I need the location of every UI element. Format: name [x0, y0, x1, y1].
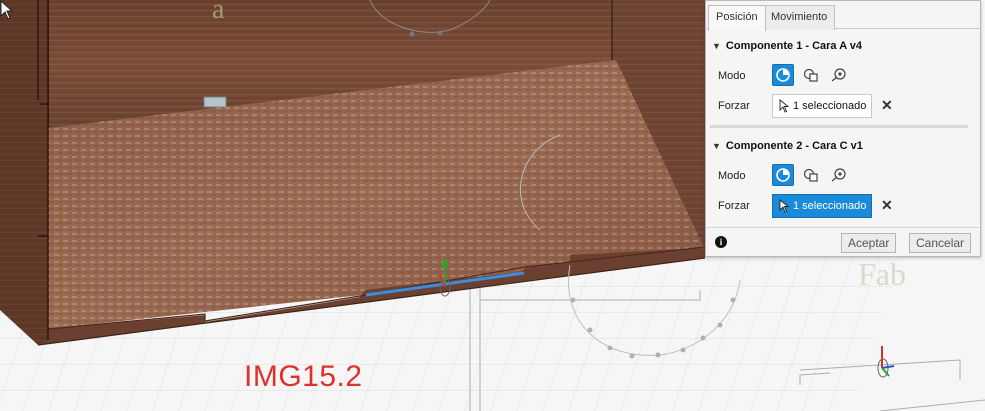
clear-selection-2-close-icon[interactable]: ✕: [881, 197, 893, 214]
selection-count-1: 1 seleccionado: [793, 100, 867, 112]
force-label-1: Forzar: [718, 100, 750, 112]
snap-mode-button-1[interactable]: [772, 64, 794, 86]
joint-origin-mode-button-2[interactable]: [828, 164, 850, 186]
section-divider: [710, 125, 968, 128]
panel-footer: i Aceptar Cancelar: [706, 227, 980, 257]
joint-marker[interactable]: [203, 96, 227, 108]
joint-origin-mode-button-1[interactable]: [828, 64, 850, 86]
left-panel: [0, 0, 49, 345]
mouse-cursor-icon: [0, 0, 14, 20]
collapse-caret-icon[interactable]: ▼: [712, 141, 721, 151]
clear-selection-1-close-icon[interactable]: ✕: [881, 97, 893, 114]
between-two-faces-icon: [803, 68, 818, 82]
joint-panel[interactable]: Posición Movimiento ▼ Componente 1 - Car…: [705, 0, 981, 257]
component-2-title: Componente 2 - Cara C v1: [725, 140, 863, 152]
joint-origin-icon: [831, 68, 846, 82]
ok-button[interactable]: Aceptar: [841, 233, 897, 253]
between-faces-mode-button-2[interactable]: [800, 164, 822, 186]
sketch-text-top: a: [212, 0, 225, 25]
joint-origin-icon: [831, 168, 846, 182]
image-label: IMG15.2: [244, 360, 363, 393]
cancel-button[interactable]: Cancelar: [909, 233, 972, 253]
selection-field-1[interactable]: 1 seleccionado: [772, 94, 872, 118]
between-faces-mode-button-1[interactable]: [800, 64, 822, 86]
tab-motion[interactable]: Movimiento: [763, 5, 836, 30]
select-arrow-icon: [779, 99, 789, 113]
component-2-header[interactable]: ▼ Componente 2 - Cara C v1: [712, 140, 863, 152]
collapse-caret-icon[interactable]: ▼: [712, 41, 721, 51]
component-1-header[interactable]: ▼ Componente 1 - Cara A v4: [712, 40, 862, 52]
mode-label-2: Modo: [718, 170, 746, 182]
snap-mode-button-2[interactable]: [772, 164, 794, 186]
selection-count-2: 1 seleccionado: [793, 200, 867, 212]
tab-position[interactable]: Posición: [708, 5, 766, 31]
mode-label-1: Modo: [718, 70, 746, 82]
info-icon[interactable]: i: [715, 236, 727, 248]
force-label-2: Forzar: [718, 200, 750, 212]
snap-origin-icon: [776, 68, 790, 82]
snap-origin-icon: [776, 168, 790, 182]
component-1-title: Componente 1 - Cara A v4: [725, 40, 863, 52]
between-two-faces-icon: [803, 168, 818, 182]
sketch-text: Fab: [858, 256, 906, 292]
select-arrow-icon: [779, 199, 789, 213]
selection-field-2[interactable]: 1 seleccionado: [772, 194, 872, 218]
panel-tabs: Posición Movimiento: [706, 1, 980, 31]
